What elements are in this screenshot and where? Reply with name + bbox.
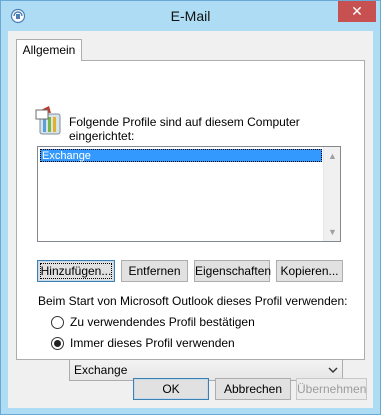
- email-profiles-dialog: E-Mail ✕ Allgemein Folgende Profile sind…: [0, 0, 381, 415]
- tab-panel: Folgende Profile sind auf diesem Compute…: [16, 60, 365, 381]
- profile-properties-button[interactable]: Eigenschaften: [194, 260, 271, 282]
- radio-always-label: Immer dieses Profil verwenden: [70, 336, 235, 350]
- radio-button[interactable]: [51, 315, 64, 329]
- ok-button[interactable]: OK: [133, 378, 209, 400]
- add-profile-button[interactable]: Hinzufügen...: [37, 260, 115, 282]
- radio-always-profile[interactable]: Immer dieses Profil verwenden: [51, 335, 235, 351]
- startup-label: Beim Start von Microsoft Outlook dieses …: [38, 294, 348, 308]
- title-bar: E-Mail ✕: [1, 1, 380, 31]
- profiles-intro-label: Folgende Profile sind auf diesem Compute…: [69, 115, 300, 143]
- mail-profiles-icon: [34, 104, 68, 138]
- apply-button[interactable]: Übernehmen: [296, 378, 367, 400]
- cancel-button[interactable]: Abbrechen: [215, 378, 291, 400]
- remove-profile-button[interactable]: Entfernen: [121, 260, 188, 282]
- window-title: E-Mail: [170, 8, 211, 24]
- copy-profile-button[interactable]: Kopieren...: [276, 260, 343, 282]
- close-button[interactable]: ✕: [338, 1, 376, 22]
- profiles-listbox[interactable]: Exchange ▲ ▼: [37, 146, 341, 242]
- radio-prompt-label: Zu verwendendes Profil bestätigen: [70, 315, 255, 329]
- listbox-scrollbar[interactable]: ▲ ▼: [323, 147, 340, 241]
- radio-prompt-profile[interactable]: Zu verwendendes Profil bestätigen: [51, 314, 255, 330]
- radio-button-checked[interactable]: [51, 336, 64, 350]
- scroll-down-icon[interactable]: ▼: [324, 225, 341, 239]
- list-item[interactable]: Exchange: [40, 149, 322, 162]
- tab-allgemein[interactable]: Allgemein: [16, 39, 82, 61]
- close-icon: ✕: [351, 3, 363, 19]
- scroll-up-icon[interactable]: ▲: [324, 149, 341, 163]
- dialog-client-area: Allgemein Folgende Profile sind auf dies…: [8, 31, 373, 408]
- profile-select-value: Exchange: [74, 363, 128, 377]
